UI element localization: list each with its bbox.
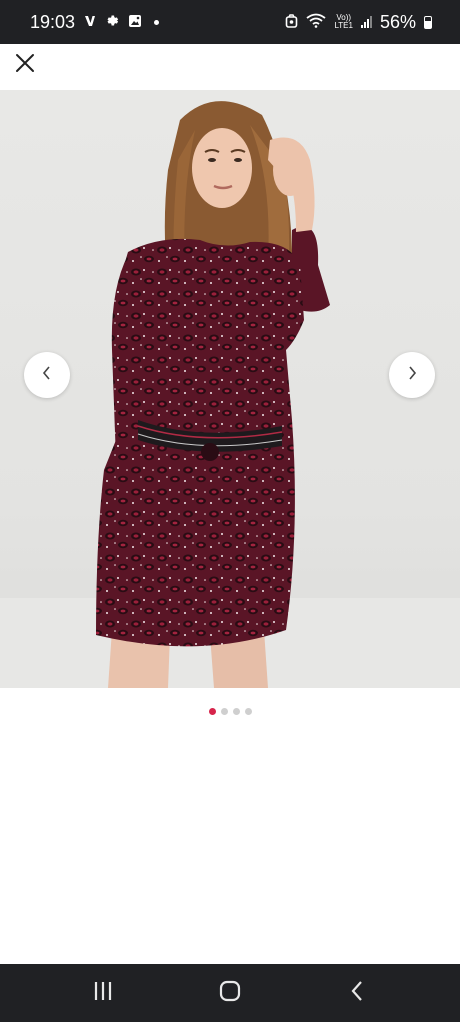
system-navigation-bar [0,964,460,1022]
page-dot-active[interactable] [208,708,216,715]
app-top-bar [0,44,460,90]
home-icon [218,979,242,1008]
home-button[interactable] [200,971,260,1015]
battery-percent: 56% [379,11,416,32]
status-bar: 19:03 Vo)) LTE1 56% [0,0,460,44]
image-icon [128,12,142,33]
recents-icon [92,980,114,1007]
chevron-right-icon [406,365,418,386]
previous-image-button[interactable] [24,352,70,398]
wifi-icon [306,12,326,33]
notification-dot-icon [154,19,160,25]
alarm-icon [285,12,298,33]
product-photo [96,101,330,688]
v-app-icon [83,12,97,33]
back-button[interactable] [327,971,387,1015]
volte-line2: LTE1 [334,21,353,30]
volte-icon: Vo)) LTE1 [334,14,353,30]
page-dot[interactable] [232,708,240,715]
status-left: 19:03 [30,11,160,33]
page-dot[interactable] [220,708,228,715]
close-button[interactable] [8,48,42,82]
status-right: Vo)) LTE1 56% [285,12,432,33]
page-dot[interactable] [244,708,252,715]
close-icon [14,52,36,79]
chevron-left-icon [41,365,53,386]
status-time: 19:03 [30,11,76,32]
signal-icon [360,16,372,28]
gallery-page-indicator [0,708,460,715]
battery-icon [424,15,432,29]
product-image-gallery[interactable] [0,90,460,688]
back-icon [349,980,365,1007]
next-image-button[interactable] [389,352,435,398]
gear-icon [105,12,120,33]
recents-button[interactable] [73,971,133,1015]
